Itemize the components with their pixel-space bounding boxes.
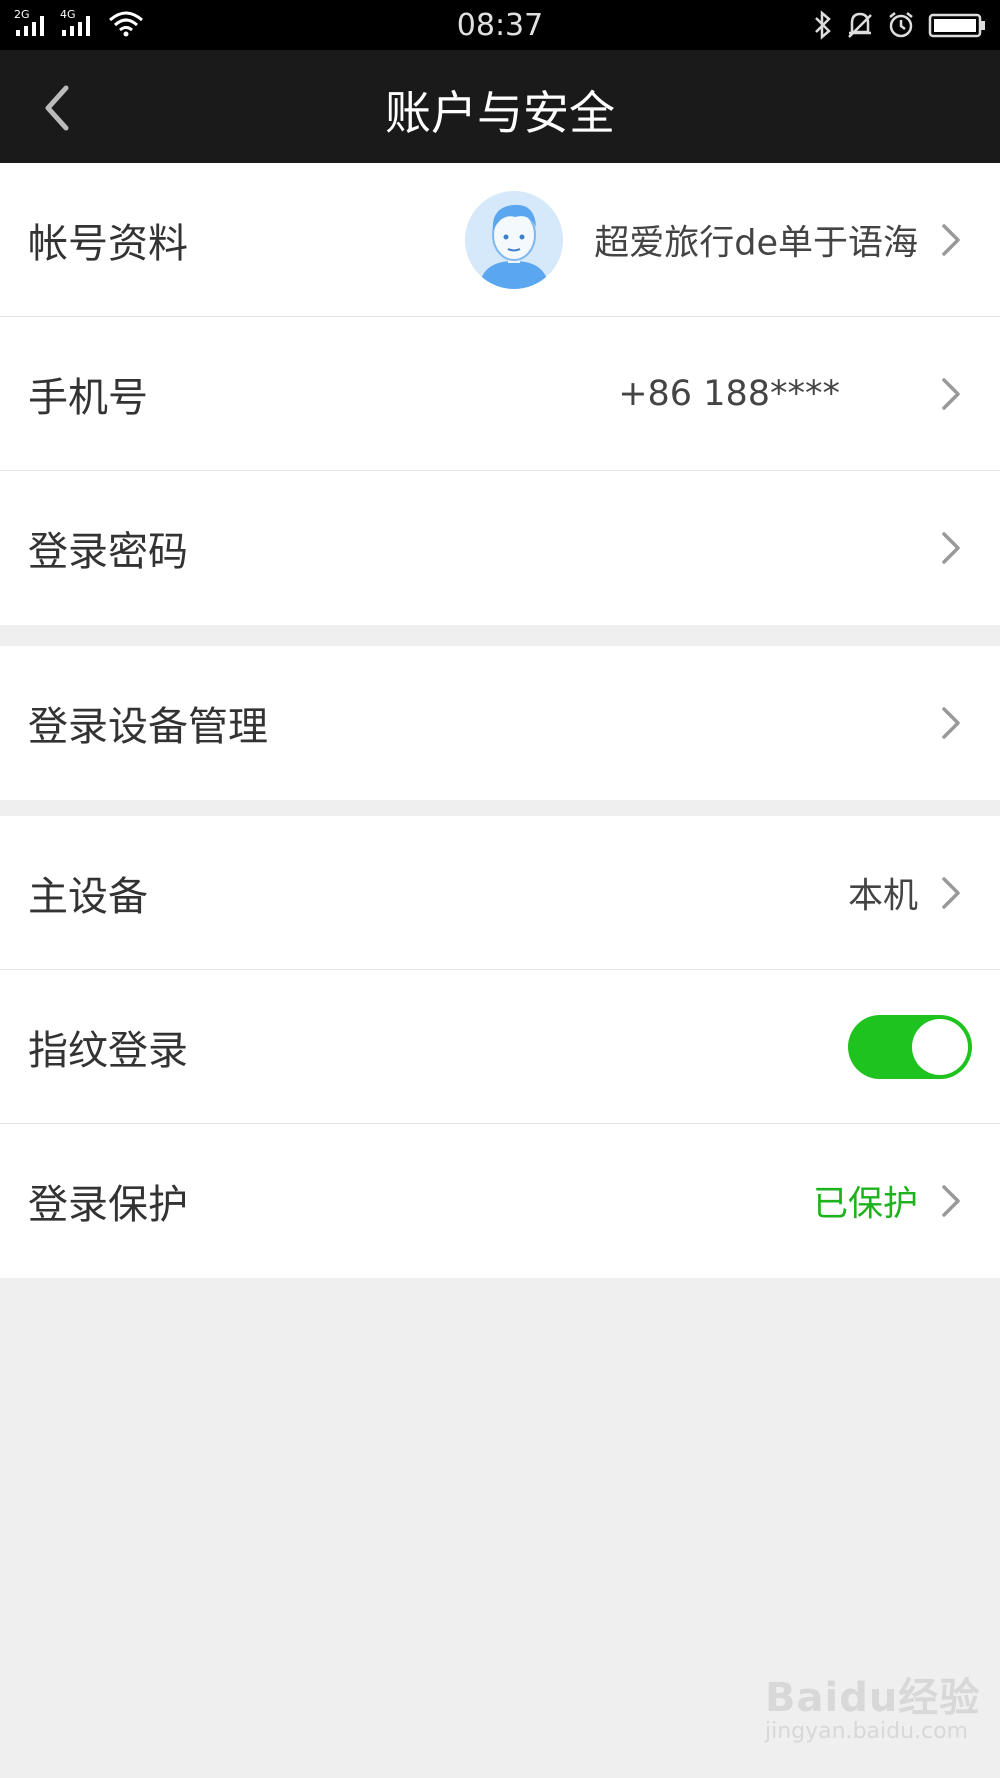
chevron-right-icon — [942, 377, 960, 410]
chevron-right-icon — [942, 532, 960, 564]
phone-number: +86 188**** — [618, 373, 840, 414]
fingerprint-login-row: 指纹登录 — [0, 970, 1000, 1124]
device-management-row[interactable]: 登录设备管理 — [0, 646, 1000, 800]
login-password-row[interactable]: 登录密码 — [0, 471, 1000, 625]
login-protection-label: 登录保护 — [28, 1182, 188, 1228]
account-profile-row[interactable]: 帐号资料 超爱旅行de单于语海 — [0, 163, 1000, 317]
bell-icon — [848, 12, 872, 38]
chevron-right-icon — [942, 1185, 960, 1217]
avatar-icon — [465, 190, 563, 289]
battery-icon — [928, 13, 985, 38]
alarm-icon — [889, 12, 913, 38]
phone-label: 手机号 — [28, 374, 148, 421]
avatar — [465, 190, 563, 289]
toggle-knob — [912, 1018, 968, 1075]
fingerprint-toggle[interactable] — [848, 1014, 972, 1079]
main-device-label: 主设备 — [28, 873, 148, 920]
watermark-url: jingyan.baidu.com — [765, 1719, 969, 1744]
status-right — [812, 10, 986, 40]
login-password-label: 登录密码 — [28, 529, 188, 575]
chevron-right-icon — [942, 876, 960, 909]
login-protection-status: 已保护 — [812, 1184, 918, 1225]
security-section: 主设备 本机 指纹登录 登录保护 已保护 — [0, 816, 1000, 1278]
login-protection-row[interactable]: 登录保护 已保护 — [0, 1124, 1000, 1278]
status-bar: 2G 4G 08:37 — [0, 0, 1000, 50]
main-device-row[interactable]: 主设备 本机 — [0, 816, 1000, 970]
bluetooth-icon — [815, 10, 831, 40]
account-profile-label: 帐号资料 — [28, 220, 188, 267]
device-section: 登录设备管理 — [0, 646, 1000, 800]
phone-row[interactable]: 手机号 +86 188**** — [0, 317, 1000, 471]
watermark: Baidu经验 jingyan.baidu.com — [765, 1665, 980, 1744]
nav-bar: 账户与安全 — [0, 50, 1000, 163]
chevron-right-icon — [942, 707, 960, 739]
chevron-right-icon — [942, 223, 960, 256]
device-management-label: 登录设备管理 — [28, 704, 268, 750]
fingerprint-login-label: 指纹登录 — [28, 1027, 188, 1074]
watermark-brand: Baidu经验 — [765, 1675, 981, 1721]
page-title: 账户与安全 — [385, 86, 615, 140]
account-section: 帐号资料 超爱旅行de单于语海 手机号 +86 188**** 登录密码 — [0, 163, 1000, 625]
account-nickname: 超爱旅行de单于语海 — [594, 223, 918, 263]
main-device-value: 本机 — [847, 876, 918, 916]
